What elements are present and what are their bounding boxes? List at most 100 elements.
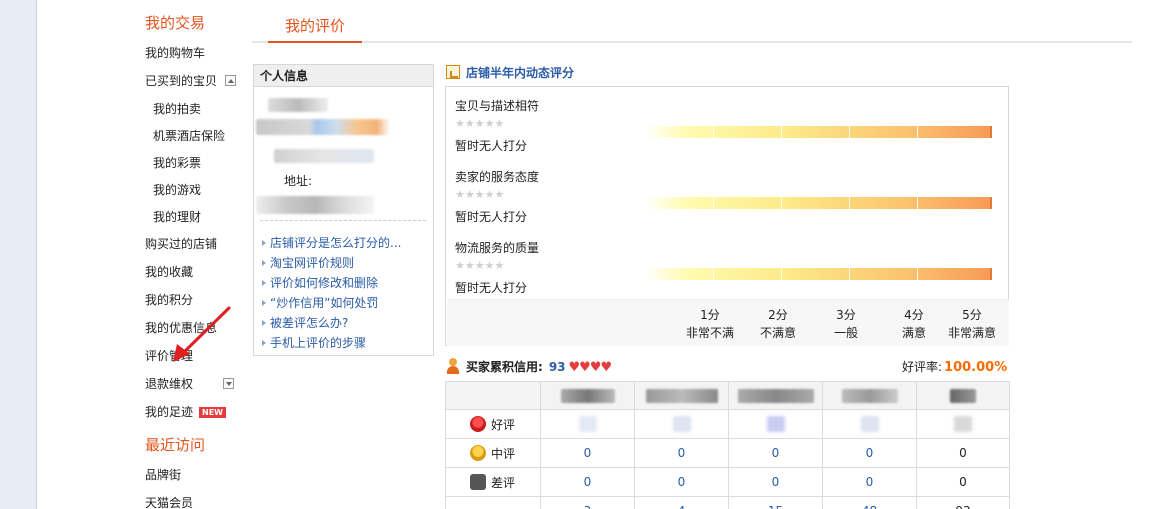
scale-score: 5分 [962, 308, 982, 322]
star-rating-icon: ★★★★★ [455, 259, 505, 272]
row-label-text: 差评 [491, 475, 516, 490]
row-label-text: 好评 [491, 417, 516, 432]
row-label: 中评 [445, 438, 541, 468]
help-link-negative[interactable]: 被差评怎么办? [262, 313, 401, 333]
table-cell[interactable]: 15 [728, 496, 823, 509]
sidebar-item-flight[interactable]: 机票酒店保险 [145, 126, 225, 146]
sidebar-item-bought-label: 已买到的宝贝 [145, 74, 218, 88]
help-link-rules[interactable]: 淘宝网评价规则 [262, 253, 401, 273]
personal-info-title: 个人信息 [254, 65, 433, 87]
buyer-credit-score[interactable]: 93 [549, 360, 566, 374]
table-cell[interactable]: 0 [728, 438, 823, 468]
sidebar-item-refund[interactable]: 退款维权 [145, 374, 235, 394]
scale-5: 5分 非常满意 [937, 306, 1007, 342]
rating-title-text: 店铺半年内动态评分 [466, 66, 575, 80]
sidebar-item-bought[interactable]: 已买到的宝贝 [145, 71, 237, 91]
help-link-penalty[interactable]: “炒作信用”如何处罚 [262, 293, 401, 313]
rating-label: 物流服务的质量 [455, 241, 540, 255]
redacted-field [274, 149, 374, 163]
help-link-edit-delete[interactable]: 评价如何修改和删除 [262, 273, 401, 293]
rating-title: 店铺半年内动态评分 [446, 64, 574, 82]
divider [260, 220, 426, 221]
table-header-cell [728, 381, 823, 410]
table-cell[interactable]: 0 [728, 467, 823, 497]
tab-bar-line [252, 41, 1132, 43]
buyer-credit-title: 买家累积信用: 93 ♥♥♥♥ [446, 358, 613, 376]
negative-review-icon [470, 473, 486, 490]
sidebar-item-brand[interactable]: 品牌街 [145, 465, 181, 485]
rating-status: 暂时无人打分 [455, 139, 528, 153]
star-rating-icon: ★★★★★ [455, 117, 505, 130]
table-cell[interactable]: 0 [822, 467, 917, 497]
scale-score: 3分 [836, 308, 856, 322]
sidebar-item-auction[interactable]: 我的拍卖 [145, 99, 201, 119]
good-rate-label: 好评率: [902, 360, 943, 374]
address-label: 地址: [284, 174, 313, 188]
table-header-cell [540, 381, 635, 410]
good-rate: 好评率: 100.00% [902, 358, 1007, 376]
page: 我的交易 我的购物车 已买到的宝贝 我的拍卖 机票酒店保险 我的彩票 我的游戏 … [0, 0, 1151, 509]
row-label: 差评 [445, 467, 541, 497]
row-label-text: 中评 [491, 446, 516, 461]
redacted-field [268, 98, 328, 112]
table-header-cell [634, 381, 729, 410]
table-cell[interactable]: 0 [822, 438, 917, 468]
rating-chart-icon [446, 65, 460, 79]
red-arrow-annotation-icon [173, 306, 231, 362]
sidebar-item-favorites[interactable]: 我的收藏 [145, 262, 193, 282]
scale-score: 2分 [768, 308, 788, 322]
rating-label: 宝贝与描述相符 [455, 99, 540, 113]
sidebar-heading-recent: 最近访问 [145, 436, 206, 454]
buyer-icon [446, 358, 460, 374]
sidebar-heading-trade: 我的交易 [145, 14, 206, 32]
collapse-toggle-icon[interactable] [225, 75, 237, 86]
new-badge: NEW [199, 407, 226, 418]
rating-panel: 宝贝与描述相符 ★★★★★ 暂时无人打分 卖家的服务态度 ★★★★★ 暂时无人打… [445, 86, 1009, 346]
sidebar-item-game[interactable]: 我的游戏 [145, 180, 201, 200]
sidebar-item-finance[interactable]: 我的理财 [145, 207, 201, 227]
rating-status: 暂时无人打分 [455, 281, 528, 295]
table-cell[interactable]: 4 [634, 496, 729, 509]
sidebar-item-tmall[interactable]: 天猫会员 [145, 493, 193, 509]
rating-status: 暂时无人打分 [455, 210, 528, 224]
rating-scale: 1分 非常不满 2分 不满意 3分 一般 4分 满意 5分 非常满意 [447, 299, 1009, 346]
row-label: 好评 [445, 409, 541, 439]
sidebar-item-footprint-label: 我的足迹 [145, 405, 194, 419]
table-cell: 0 [916, 438, 1010, 468]
rating-gradient-bar [645, 197, 992, 209]
table-cell: 0 [916, 467, 1010, 497]
table-cell[interactable]: 48 [822, 496, 917, 509]
table-header-cell [445, 381, 541, 410]
help-link-mobile[interactable]: 手机上评价的步骤 [262, 333, 401, 353]
table-cell[interactable]: 3 [540, 496, 635, 509]
table-cell [822, 409, 917, 439]
table-cell[interactable]: 0 [540, 467, 635, 497]
sidebar-item-footprint[interactable]: 我的足迹 NEW [145, 402, 226, 422]
scale-desc: 非常不满 [685, 326, 734, 340]
redacted-field [256, 196, 374, 214]
table-cell [916, 409, 1010, 439]
table-cell[interactable]: 0 [634, 467, 729, 497]
help-link-shop-score[interactable]: 店铺评分是怎么打分的... [262, 233, 401, 253]
help-links: 店铺评分是怎么打分的... 淘宝网评价规则 评价如何修改和删除 “炒作信用”如何… [262, 233, 401, 353]
table-row-bad: 差评 0 0 0 0 0 [445, 467, 1010, 497]
tab-my-reviews[interactable]: 我的评价 [268, 12, 362, 43]
sidebar-item-shops[interactable]: 购买过的店铺 [145, 234, 217, 254]
good-review-flower-icon [470, 415, 486, 432]
table-row-mid: 中评 0 0 0 0 0 [445, 438, 1010, 468]
scale-score: 1分 [700, 308, 720, 322]
left-frame-strip [0, 0, 37, 509]
table-cell: 93 [916, 496, 1010, 509]
sidebar-item-refund-label: 退款维权 [145, 377, 194, 391]
sidebar-item-lottery[interactable]: 我的彩票 [145, 153, 201, 173]
rating-label: 卖家的服务态度 [455, 170, 540, 184]
table-cell [634, 409, 729, 439]
table-cell[interactable]: 0 [634, 438, 729, 468]
table-cell[interactable]: 0 [540, 438, 635, 468]
expand-toggle-icon[interactable] [223, 378, 235, 389]
scale-desc: 一般 [833, 326, 858, 340]
sidebar-item-cart[interactable]: 我的购物车 [145, 43, 205, 63]
scale-1: 1分非常不满 [675, 306, 745, 342]
star-rating-icon: ★★★★★ [455, 188, 505, 201]
credit-heart-icon: ♥♥♥♥ [568, 360, 613, 375]
